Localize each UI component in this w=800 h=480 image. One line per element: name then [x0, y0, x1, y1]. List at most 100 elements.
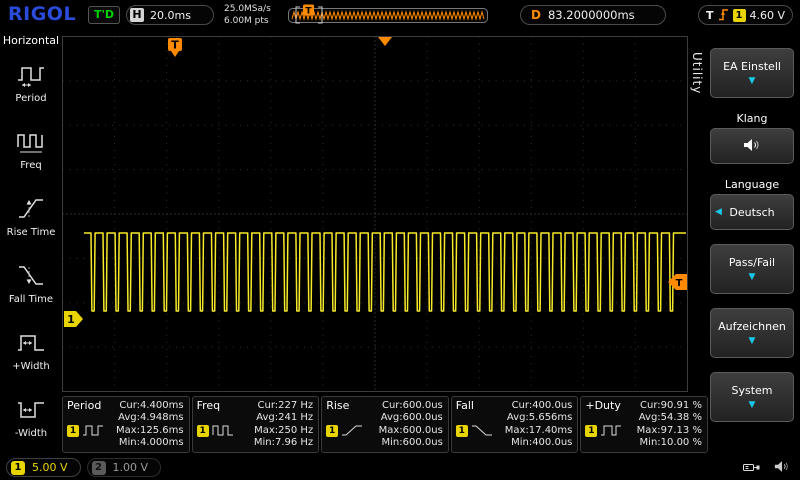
measurement-source-badge: 1 [585, 425, 597, 437]
measurement-source-badge: 1 [456, 425, 468, 437]
trigger-box[interactable]: T 1 4.60 V [698, 5, 793, 25]
channel-1-badge: 1 [11, 461, 25, 475]
rise-wave-icon [341, 422, 363, 441]
memory-depth: 6.00M pts [224, 15, 271, 27]
channel-2-scale: 1.00 V [113, 461, 149, 474]
measurement-min: Min:4.000ms [116, 437, 184, 450]
measure-menu-title[interactable]: Horizontal [3, 30, 59, 48]
sample-rate: 25.0MSa/s [224, 3, 271, 15]
delay-box[interactable]: D 83.2000000ms [520, 5, 666, 25]
measurement-body: 1 Avg:241 Hz Max:250 Hz Min:7.96 Hz [197, 412, 314, 450]
delay-value: 83.2000000ms [548, 8, 635, 22]
measurement-header: Freq Cur:227 Hz [197, 399, 314, 412]
menu-item-rise-time[interactable]: Rise Time [7, 194, 56, 238]
chevron-down-icon: ▼ [749, 273, 756, 282]
acquisition-info: 25.0MSa/s 6.00M pts [224, 3, 271, 27]
softkey-language[interactable]: ◀ Deutsch [710, 194, 794, 230]
speaker-icon [743, 138, 761, 155]
waveform-canvas: T1T [62, 30, 688, 395]
channel-1-scale: 5.00 V [32, 461, 68, 474]
measurement-period[interactable]: Period Cur:4.400ms 1 Avg:4.948ms Max:125… [62, 396, 190, 453]
measurement-rise[interactable]: Rise Cur:600.0us 1 Avg:600.0us Max:600.0… [321, 396, 449, 453]
rising-edge-icon [718, 6, 729, 25]
measurement-header: Fall Cur:400.0us [456, 399, 573, 412]
softkey-klang[interactable] [710, 128, 794, 164]
menu-item-plus-width[interactable]: +Width [12, 328, 49, 372]
duty-wave-icon [600, 422, 622, 441]
measurement-body: 1 Avg:5.656ms Max:17.40ms Min:400.0us [456, 412, 573, 450]
svg-text:T: T [171, 39, 179, 52]
menu-item-label: Rise Time [7, 227, 56, 238]
measurement-body: 1 Avg:4.948ms Max:125.6ms Min:4.000ms [67, 412, 184, 450]
memory-position-indicator[interactable]: T [288, 4, 488, 30]
measurement-body: 1 Avg:54.38 % Max:97.13 % Min:10.00 % [585, 412, 702, 450]
status-icons [743, 458, 790, 477]
softkey-label: Aufzeichnen [718, 320, 786, 333]
timebase-value: 20.0ms [150, 9, 191, 22]
chevron-down-icon: ▼ [749, 337, 756, 346]
softkey-list: EA Einstell ▼ Klang Language ◀ Deutsch [710, 48, 794, 422]
measurement-source-badge: 1 [197, 425, 209, 437]
softkey-klang-group: Klang [710, 112, 794, 164]
fall-time-icon [16, 261, 46, 293]
menu-item-label: -Width [15, 428, 47, 439]
menu-item-label: Fall Time [9, 294, 53, 305]
period-wave-icon [82, 422, 104, 441]
svg-text:T: T [305, 7, 312, 17]
measurement-cur: Cur:600.0us [382, 400, 443, 411]
softkey-label: Klang [710, 112, 794, 125]
measure-menu: Horizontal Period Freq Rise Time [0, 30, 62, 455]
softkey-label: EA Einstell [723, 60, 781, 73]
measurement-name: +Duty [585, 399, 620, 412]
menu-item-minus-width[interactable]: -Width [15, 395, 47, 439]
softkey-aufzeichnen[interactable]: Aufzeichnen ▼ [710, 308, 794, 358]
waveform-display[interactable]: T1T [62, 30, 688, 395]
softkey-system[interactable]: System ▼ [710, 372, 794, 422]
trigger-status-badge: T'D [88, 6, 120, 24]
trigger-source-badge: 1 [733, 9, 746, 22]
speaker-icon [774, 458, 790, 477]
status-bar: RIGOL T'D H 20.0ms 25.0MSa/s 6.00M pts T… [0, 0, 800, 30]
softkey-label: Language [710, 178, 794, 191]
menu-item-label: Freq [20, 160, 41, 171]
measurement-max: Max:600.0us [379, 425, 443, 438]
measurement-min: Min:600.0us [379, 437, 443, 450]
menu-title: Utility [690, 52, 704, 94]
measurement-header: Period Cur:4.400ms [67, 399, 184, 412]
measurement-cur: Cur:227 Hz [258, 400, 314, 411]
rigol-logo: RIGOL [8, 3, 76, 25]
measurement-source-badge: 1 [326, 425, 338, 437]
channel-bar: 1 5.00 V 2 1.00 V [0, 455, 800, 480]
measurement-cur: Cur:400.0us [512, 400, 573, 411]
fall-wave-icon [471, 422, 493, 441]
usb-icon [743, 458, 760, 477]
menu-item-period[interactable]: Period [15, 60, 46, 104]
measurement-fall[interactable]: Fall Cur:400.0us 1 Avg:5.656ms Max:17.40… [451, 396, 579, 453]
measurement-header: Rise Cur:600.0us [326, 399, 443, 412]
horizontal-timebase-box[interactable]: H 20.0ms [126, 5, 214, 25]
channel-2-status[interactable]: 2 1.00 V [87, 458, 162, 477]
trigger-label: T [706, 9, 714, 22]
measurement-freq[interactable]: Freq Cur:227 Hz 1 Avg:241 Hz Max:250 Hz … [192, 396, 320, 453]
measurement-avg: Avg:241 Hz [254, 412, 313, 425]
measurement-avg: Avg:4.948ms [116, 412, 184, 425]
measurement-name: Period [67, 399, 101, 412]
chevron-down-icon: ▼ [749, 401, 756, 410]
softkey-ea-einstell[interactable]: EA Einstell ▼ [710, 48, 794, 98]
menu-item-fall-time[interactable]: Fall Time [9, 261, 53, 305]
softkey-label: System [731, 384, 772, 397]
softkey-label: Pass/Fail [729, 256, 775, 269]
rise-time-icon [16, 194, 46, 226]
measurement-min: Min:400.0us [505, 437, 573, 450]
softkey-pass-fail[interactable]: Pass/Fail ▼ [710, 244, 794, 294]
channel-1-status[interactable]: 1 5.00 V [6, 458, 81, 477]
measurement-cur: Cur:4.400ms [119, 400, 183, 411]
measurement-body: 1 Avg:600.0us Max:600.0us Min:600.0us [326, 412, 443, 450]
h-label: H [130, 8, 144, 22]
measurement-name: Fall [456, 399, 474, 412]
svg-text:T: T [676, 278, 683, 289]
freq-wave-icon [212, 422, 234, 441]
menu-item-freq[interactable]: Freq [16, 127, 46, 171]
oscilloscope-screen: RIGOL T'D H 20.0ms 25.0MSa/s 6.00M pts T… [0, 0, 800, 480]
chevron-down-icon: ▼ [749, 77, 756, 86]
